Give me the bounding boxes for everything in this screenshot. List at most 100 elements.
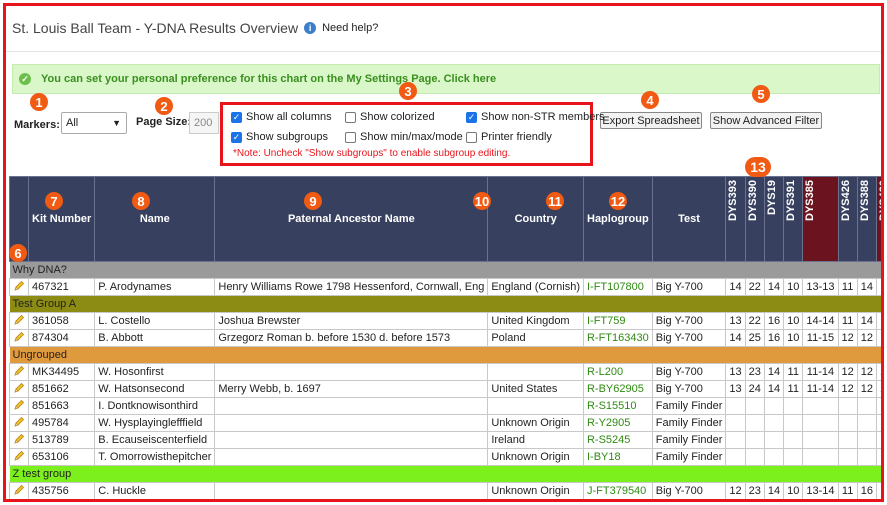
export-spreadsheet-button[interactable]: Export Spreadsheet bbox=[600, 112, 702, 129]
markers-select[interactable]: All ▼ bbox=[61, 112, 127, 134]
kit-number-cell[interactable]: 851662 bbox=[27, 380, 96, 398]
header-marker-dys19[interactable]: DYS19 bbox=[763, 176, 785, 262]
test-cell: Family Finder bbox=[651, 397, 727, 415]
header-paternal-ancestor[interactable]: Paternal Ancestor Name bbox=[214, 176, 489, 262]
marker-value-cell bbox=[763, 414, 785, 432]
checkbox-unchecked-icon[interactable] bbox=[345, 111, 356, 123]
marker-value-cell: 14 bbox=[763, 380, 785, 398]
name-cell: W. Hysplayinglefffield bbox=[94, 414, 216, 432]
ancestor-cell: Joshua Brewster bbox=[214, 312, 489, 330]
header-marker-dys388[interactable]: DYS388 bbox=[856, 176, 878, 262]
option-show-all-columns[interactable]: ✓ Show all columns bbox=[231, 111, 332, 123]
table-row: 874304 B. Abbott Grzegorz Roman b. before … bbox=[9, 329, 881, 347]
need-help-link[interactable]: Need help? bbox=[322, 22, 378, 34]
marker-value-cell bbox=[725, 414, 746, 432]
marker-value-cell: 14-14 bbox=[802, 312, 839, 330]
marker-value-cell bbox=[856, 397, 878, 415]
option-show-colorized[interactable]: Show colorized bbox=[345, 111, 435, 123]
header-test[interactable]: Test bbox=[651, 176, 727, 262]
edit-cell[interactable] bbox=[9, 448, 29, 466]
page-size-label: Page Size: bbox=[136, 116, 192, 128]
kit-number-cell[interactable]: 653106 bbox=[27, 448, 96, 466]
marker-value-cell bbox=[744, 397, 765, 415]
page-size-input[interactable]: 200 bbox=[189, 112, 219, 134]
edit-cell[interactable] bbox=[9, 482, 29, 499]
marker-value-cell: 22 bbox=[744, 312, 765, 330]
edit-cell[interactable] bbox=[9, 329, 29, 347]
pencil-icon[interactable] bbox=[13, 450, 25, 462]
ancestor-cell bbox=[214, 397, 489, 415]
info-icon[interactable]: i bbox=[304, 22, 317, 34]
kit-number-cell[interactable]: 435756 bbox=[27, 482, 96, 499]
option-printer-friendly[interactable]: Printer friendly bbox=[466, 131, 552, 143]
notice-click-here-link[interactable]: Click here bbox=[444, 73, 497, 85]
title-row: St. Louis Ball Team - Y-DNA Results Over… bbox=[12, 20, 378, 36]
kit-number-cell[interactable]: 361058 bbox=[27, 312, 96, 330]
checkbox-checked-icon[interactable]: ✓ bbox=[466, 111, 477, 123]
pencil-icon[interactable] bbox=[13, 484, 25, 496]
marker-value-cell: 11 bbox=[783, 380, 804, 398]
edit-cell[interactable] bbox=[9, 397, 29, 415]
pencil-icon[interactable] bbox=[13, 331, 25, 343]
pencil-icon[interactable] bbox=[13, 416, 25, 428]
badge-10: 10 bbox=[473, 192, 491, 210]
kit-number-cell[interactable]: 467321 bbox=[27, 278, 96, 296]
table-row: 653106 T. Omorrowisthepitcher Unknown Orig… bbox=[9, 448, 881, 466]
edit-cell[interactable] bbox=[9, 380, 29, 398]
option-show-non-str-members[interactable]: ✓ Show non-STR members bbox=[466, 111, 605, 123]
marker-value-cell bbox=[744, 448, 765, 466]
pencil-icon[interactable] bbox=[13, 399, 25, 411]
pencil-icon[interactable] bbox=[13, 382, 25, 394]
header-marker-dys385[interactable]: DYS385 bbox=[802, 176, 839, 262]
marker-value-cell: 11 bbox=[876, 312, 881, 330]
kit-number-cell[interactable]: MK34495 bbox=[27, 363, 96, 381]
badge-4: 4 bbox=[641, 91, 659, 109]
option-show-min-max-mode[interactable]: Show min/max/mode bbox=[345, 131, 463, 143]
checkbox-unchecked-icon[interactable] bbox=[345, 131, 356, 143]
name-cell: P. Arodynames bbox=[94, 278, 216, 296]
marker-value-cell: 12 bbox=[876, 380, 881, 398]
pencil-icon[interactable] bbox=[13, 314, 25, 326]
marker-label: DYS385 bbox=[804, 180, 817, 221]
marker-value-cell bbox=[725, 431, 746, 449]
kit-number-cell[interactable]: 874304 bbox=[27, 329, 96, 347]
header-country[interactable]: Country bbox=[487, 176, 584, 262]
checkbox-checked-icon[interactable]: ✓ bbox=[231, 111, 242, 123]
notice-text: You can set your personal preference for… bbox=[41, 73, 441, 85]
header-kit-number[interactable]: Kit Number bbox=[27, 176, 96, 262]
kit-number-cell[interactable]: 513789 bbox=[27, 431, 96, 449]
pencil-icon[interactable] bbox=[13, 365, 25, 377]
show-advanced-filter-button[interactable]: Show Advanced Filter bbox=[710, 112, 822, 129]
edit-cell[interactable] bbox=[9, 312, 29, 330]
edit-cell[interactable] bbox=[9, 278, 29, 296]
checkbox-checked-icon[interactable]: ✓ bbox=[231, 131, 242, 143]
marker-value-cell bbox=[876, 397, 881, 415]
name-cell: T. Omorrowisthepitcher bbox=[94, 448, 216, 466]
group-header-row: Z test group bbox=[9, 465, 881, 483]
marker-value-cell bbox=[802, 397, 839, 415]
checkbox-unchecked-icon[interactable] bbox=[466, 131, 477, 143]
header-haplogroup[interactable]: Haplogroup bbox=[582, 176, 653, 262]
edit-cell[interactable] bbox=[9, 414, 29, 432]
name-cell: W. Hatsonsecond bbox=[94, 380, 216, 398]
pencil-icon[interactable] bbox=[13, 280, 25, 292]
kit-number-cell[interactable]: 851663 bbox=[27, 397, 96, 415]
header-marker-dys390[interactable]: DYS390 bbox=[744, 176, 765, 262]
header-name[interactable]: Name bbox=[94, 176, 216, 262]
header-marker-dys439[interactable]: DYS439 bbox=[876, 176, 881, 262]
marker-value-cell: 25 bbox=[744, 329, 765, 347]
kit-number-cell[interactable]: 495784 bbox=[27, 414, 96, 432]
option-show-subgroups[interactable]: ✓ Show subgroups bbox=[231, 131, 328, 143]
marker-value-cell: 13 bbox=[725, 312, 746, 330]
pencil-icon[interactable] bbox=[13, 433, 25, 445]
haplogroup-cell: R-FT163430 bbox=[582, 329, 653, 347]
marker-value-cell: 16 bbox=[856, 482, 878, 499]
marker-value-cell: 12 bbox=[837, 380, 858, 398]
header-marker-dys393[interactable]: DYS393 bbox=[725, 176, 746, 262]
edit-cell[interactable] bbox=[9, 363, 29, 381]
header-marker-dys426[interactable]: DYS426 bbox=[837, 176, 858, 262]
marker-value-cell: 14 bbox=[725, 329, 746, 347]
edit-cell[interactable] bbox=[9, 431, 29, 449]
ancestor-cell bbox=[214, 482, 489, 499]
header-marker-dys391[interactable]: DYS391 bbox=[783, 176, 804, 262]
